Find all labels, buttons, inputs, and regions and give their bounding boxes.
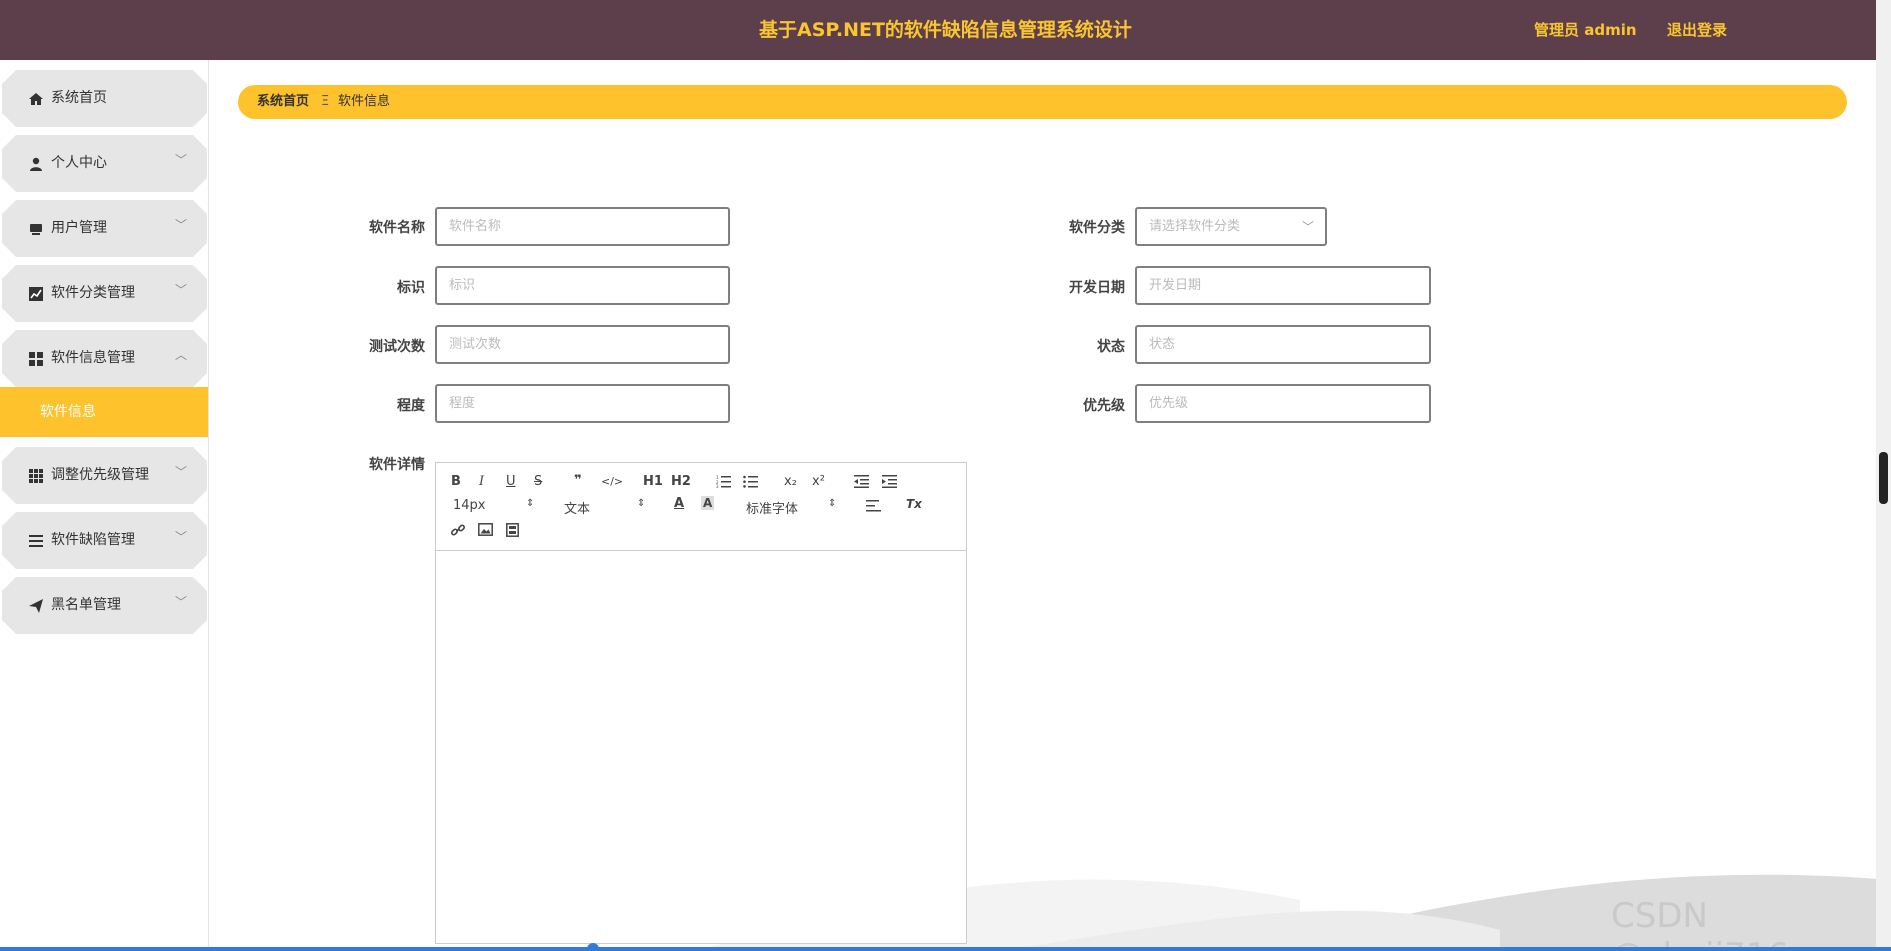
category-select-placeholder: 请选择软件分类 xyxy=(1149,219,1241,234)
breadcrumb-current: 软件信息 xyxy=(338,94,391,109)
rich-text-editor: B I U S ❞ </> H1 H2 123 x₂ x² 14px ⇕ 文本 … xyxy=(435,462,967,944)
font-family-select[interactable]: 标准字体 xyxy=(746,498,798,517)
sidebar-item-user-management[interactable]: 用户管理 ﹀ xyxy=(0,200,209,257)
home-icon xyxy=(29,93,43,105)
breadcrumb: 系统首页 Ξ 软件信息 xyxy=(238,85,1847,119)
detail-label: 软件详情 xyxy=(369,457,425,473)
chevron-down-icon: ﹀ xyxy=(175,218,188,232)
code-button[interactable]: </> xyxy=(601,475,623,488)
background-color-icon[interactable]: A xyxy=(701,496,715,510)
degree-input[interactable] xyxy=(435,384,730,423)
status-label: 状态 xyxy=(1097,339,1125,355)
users-icon xyxy=(30,224,42,235)
sidebar-item-label: 软件分类管理 xyxy=(51,285,135,301)
sidebar-item-label: 用户管理 xyxy=(51,220,107,236)
sidebar-item-priority-management[interactable]: 调整优先级管理 ﹀ xyxy=(0,447,209,504)
degree-label: 程度 xyxy=(397,398,425,414)
align-icon[interactable] xyxy=(866,500,881,512)
dev-date-input[interactable] xyxy=(1135,266,1431,305)
identifier-input[interactable] xyxy=(435,266,730,305)
sidebar-item-category-management[interactable]: 软件分类管理 ﹀ xyxy=(0,265,209,322)
chevron-down-icon: ﹀ xyxy=(175,595,188,609)
paragraph-select[interactable]: 文本 xyxy=(564,498,590,517)
test-count-label: 测试次数 xyxy=(369,339,425,355)
list-icon xyxy=(29,535,43,547)
chevron-down-icon: ﹀ xyxy=(175,465,188,479)
table-icon xyxy=(29,469,43,483)
progress-bar xyxy=(0,947,1891,951)
top-header: 基于ASP.NET的软件缺陷信息管理系统设计 管理员 admin 退出登录 xyxy=(0,0,1891,60)
outdent-icon[interactable] xyxy=(854,475,869,488)
chevron-up-icon: ︿ xyxy=(175,348,188,362)
bold-button[interactable]: B xyxy=(451,474,461,489)
breadcrumb-home[interactable]: 系统首页 xyxy=(257,85,309,119)
bullet-list-icon[interactable] xyxy=(743,475,758,488)
priority-input[interactable] xyxy=(1135,384,1431,423)
link-icon[interactable] xyxy=(450,522,466,538)
category-label: 软件分类 xyxy=(1069,220,1125,236)
vertical-scrollbar[interactable] xyxy=(1876,0,1891,951)
scrollbar-thumb[interactable] xyxy=(1879,452,1888,504)
sidebar-item-label: 软件信息管理 xyxy=(51,350,135,366)
sidebar-item-home[interactable]: 系统首页 xyxy=(0,70,209,127)
font-family-arrows-icon: ⇕ xyxy=(828,498,837,509)
software-name-input[interactable] xyxy=(435,207,730,246)
sidebar-item-defect-management[interactable]: 软件缺陷管理 ﹀ xyxy=(0,512,209,569)
superscript-button[interactable]: x² xyxy=(812,474,825,489)
font-color-icon[interactable]: A xyxy=(674,496,684,511)
paragraph-arrows-icon: ⇕ xyxy=(637,498,646,509)
quote-button[interactable]: ❞ xyxy=(574,473,582,488)
sidebar-subitem-software-info[interactable]: 软件信息 xyxy=(0,387,208,437)
send-icon xyxy=(29,599,43,613)
sidebar-subitem-label: 软件信息 xyxy=(40,404,96,420)
strikethrough-button[interactable]: S xyxy=(534,474,542,489)
underline-button[interactable]: U xyxy=(506,474,516,489)
sidebar-item-software-info-management[interactable]: 软件信息管理 ︿ xyxy=(0,330,209,387)
test-count-input[interactable] xyxy=(435,325,730,364)
grid-icon xyxy=(29,352,43,366)
breadcrumb-separator: Ξ xyxy=(321,94,330,109)
identifier-label: 标识 xyxy=(397,280,425,296)
chevron-down-icon: ﹀ xyxy=(175,530,188,544)
svg-text:3: 3 xyxy=(716,484,719,488)
video-icon[interactable] xyxy=(506,523,519,537)
sidebar-item-blacklist-management[interactable]: 黑名单管理 ﹀ xyxy=(0,577,209,634)
image-icon[interactable] xyxy=(478,523,493,536)
h1-button[interactable]: H1 xyxy=(643,474,663,489)
chevron-down-icon: ﹀ xyxy=(175,153,188,167)
status-input[interactable] xyxy=(1135,325,1431,364)
ordered-list-icon[interactable]: 123 xyxy=(716,475,731,488)
sidebar-item-label: 调整优先级管理 xyxy=(51,467,149,483)
editor-content-area[interactable] xyxy=(436,552,966,943)
sidebar: 系统首页 个人中心 ﹀ 用户管理 ﹀ 软件分类管理 ﹀ 软件信息管理 ︿ 软件信… xyxy=(0,60,209,951)
logout-button[interactable]: 退出登录 xyxy=(1667,0,1727,60)
sidebar-item-personal-center[interactable]: 个人中心 ﹀ xyxy=(0,135,209,192)
sidebar-item-label: 黑名单管理 xyxy=(51,597,121,613)
clear-format-button[interactable]: Tx xyxy=(906,497,922,511)
italic-button[interactable]: I xyxy=(479,474,484,489)
dev-date-label: 开发日期 xyxy=(1069,280,1125,296)
priority-label: 优先级 xyxy=(1083,398,1125,414)
chart-icon xyxy=(29,287,43,301)
sidebar-item-label: 系统首页 xyxy=(51,90,107,106)
sidebar-item-label: 个人中心 xyxy=(51,155,107,171)
watermark: CSDN @sheji716 xyxy=(1611,896,1789,951)
category-select[interactable]: 请选择软件分类 xyxy=(1135,207,1327,246)
h2-button[interactable]: H2 xyxy=(671,474,691,489)
subscript-button[interactable]: x₂ xyxy=(784,474,797,489)
font-size-arrows-icon: ⇕ xyxy=(526,498,535,509)
admin-user-label[interactable]: 管理员 admin xyxy=(1534,0,1637,60)
software-name-label: 软件名称 xyxy=(369,220,425,236)
chevron-down-icon: ﹀ xyxy=(175,283,188,297)
font-size-select[interactable]: 14px xyxy=(453,498,486,513)
user-icon xyxy=(30,157,42,171)
chevron-down-icon: ﹀ xyxy=(1302,220,1315,234)
progress-handle[interactable] xyxy=(587,943,599,951)
sidebar-item-label: 软件缺陷管理 xyxy=(51,532,135,548)
indent-icon[interactable] xyxy=(882,475,897,488)
editor-toolbar: B I U S ❞ </> H1 H2 123 x₂ x² 14px ⇕ 文本 … xyxy=(436,463,966,551)
